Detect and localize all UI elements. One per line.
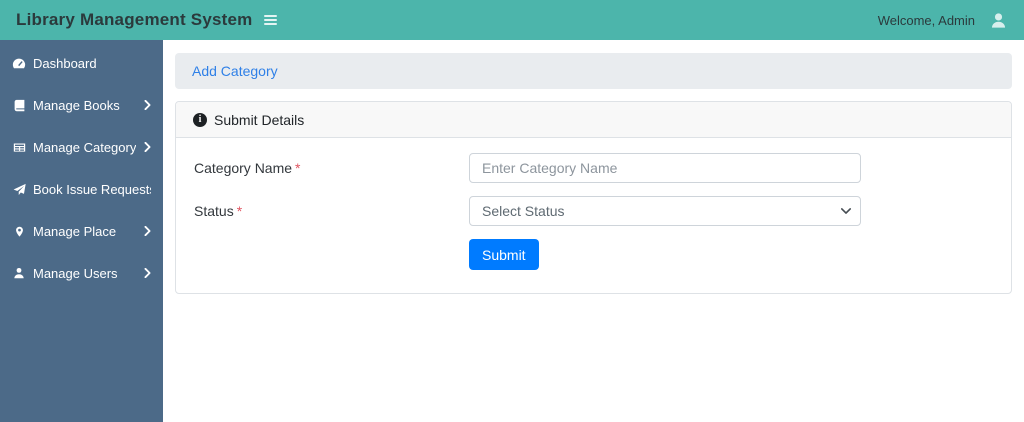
info-circle-icon <box>193 112 207 127</box>
welcome-text: Welcome, Admin <box>877 12 975 28</box>
status-select[interactable]: Select Status <box>469 196 861 226</box>
sidebar-item-label: Book Issue Requests <box>33 181 151 197</box>
sidebar-item-label: Dashboard <box>33 55 97 71</box>
breadcrumb: Add Category <box>175 53 1012 89</box>
submit-button[interactable]: Submit <box>469 239 539 270</box>
sidebar-item-label: Manage Users <box>33 265 118 281</box>
status-row: Status * Select Status <box>194 196 993 226</box>
card-body: Category Name* Status* Select Status <box>176 138 1011 293</box>
label-text: Status <box>194 203 234 219</box>
breadcrumb-add-category-link[interactable]: Add Category <box>192 63 278 79</box>
status-select-wrap: Select Status <box>469 196 861 226</box>
sidebar-item-label: Manage Place <box>33 223 117 239</box>
chevron-right-icon <box>144 100 151 110</box>
chevron-right-icon <box>144 226 151 236</box>
book-icon <box>12 99 26 112</box>
card-title: Submit Details <box>214 111 305 128</box>
label-text: Category Name <box>194 160 293 176</box>
sidebar-item-dashboard[interactable]: Dashboard <box>0 42 163 84</box>
required-asterisk: * <box>236 203 243 219</box>
required-asterisk: * <box>295 160 301 176</box>
card-header: Submit Details <box>176 102 1011 138</box>
category-name-input[interactable] <box>469 153 861 183</box>
sidebar-item-label: Manage Category <box>33 139 137 155</box>
table-icon <box>12 141 26 154</box>
sidebar-item-manage-category[interactable]: Manage Category <box>0 126 163 168</box>
submit-row: Submit <box>194 239 993 270</box>
sidebar-item-label: Manage Books <box>33 97 120 113</box>
map-marker-icon <box>12 225 26 238</box>
hamburger-menu-icon[interactable] <box>264 15 278 25</box>
sidebar-item-manage-place[interactable]: Manage Place <box>0 210 163 252</box>
user-avatar-icon[interactable] <box>989 11 1008 30</box>
submit-details-card: Submit Details Category Name* Status* Se… <box>175 101 1012 294</box>
sidebar-item-manage-users[interactable]: Manage Users <box>0 252 163 294</box>
category-name-row: Category Name * <box>194 153 993 183</box>
app-title: Library Management System <box>16 10 253 29</box>
user-icon <box>12 267 26 279</box>
dashboard-icon <box>12 56 26 70</box>
sidebar-item-manage-books[interactable]: Manage Books <box>0 84 163 126</box>
top-header: Library Management System Welcome, Admin <box>0 0 1024 40</box>
sidebar-item-book-issue-requests[interactable]: Book Issue Requests <box>0 168 163 210</box>
category-name-label: Category Name * <box>194 160 469 176</box>
chevron-right-icon <box>144 268 151 278</box>
sidebar-nav: Dashboard Manage Books Manage Category B… <box>0 40 163 422</box>
status-label: Status * <box>194 203 469 219</box>
chevron-right-icon <box>144 142 151 152</box>
main-content: Add Category Submit Details Category Nam… <box>163 40 1024 422</box>
paper-plane-icon <box>12 183 26 196</box>
